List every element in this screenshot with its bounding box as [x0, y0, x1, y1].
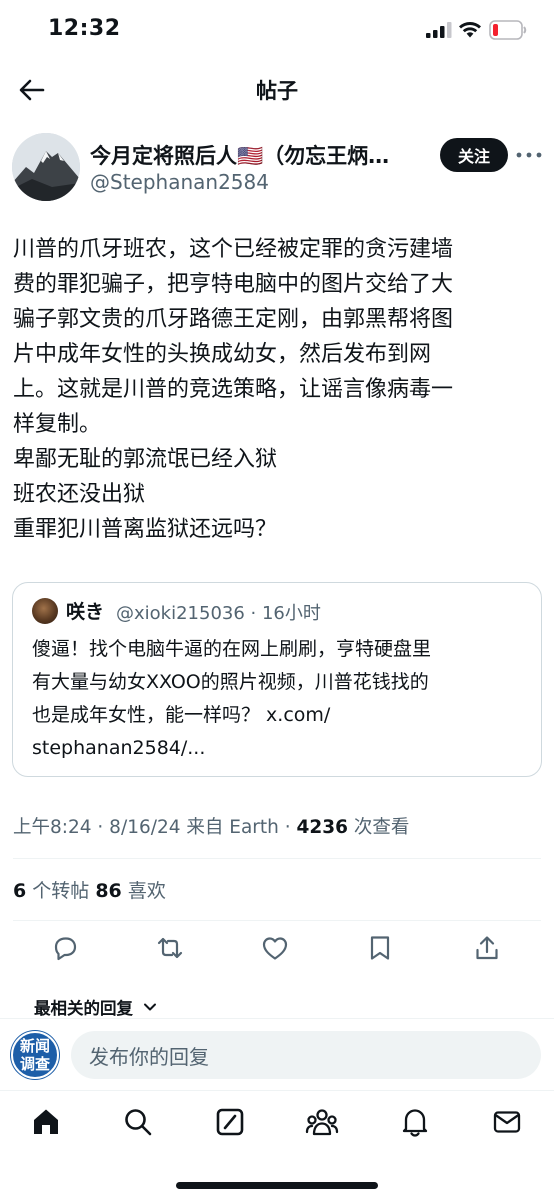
reposts-label: 个转帖 — [26, 880, 96, 902]
tab-notifications[interactable] — [398, 1105, 432, 1139]
post-text-line: 片中成年女性的头换成幼女，然后发布到网 — [13, 342, 432, 367]
quoted-post-card[interactable]: 咲き @xioki215036 · 16小时 傻逼！找个电脑牛逼的在网上刷刷，亨… — [12, 582, 542, 777]
reply-icon — [54, 937, 77, 961]
back-button[interactable] — [14, 72, 50, 108]
repost-button[interactable] — [155, 933, 185, 963]
tab-communities[interactable] — [305, 1105, 339, 1139]
timestamp-text: 上午8:24 · 8/16/24 来自 Earth · — [13, 817, 297, 838]
post-text-line: 上。这就是川普的竞选策略，让谣言像病毒一 — [13, 377, 454, 402]
tab-messages[interactable] — [490, 1105, 524, 1139]
likes-stat[interactable]: 86 喜欢 — [95, 880, 166, 902]
engagement-stats: 6 个转帖 86 喜欢 — [13, 876, 166, 903]
status-bar: 12:32 — [0, 0, 554, 60]
author-display-name[interactable]: 今月定将照后人🇺🇸（勿忘王炳… — [90, 140, 420, 170]
bottom-tab-bar — [0, 1090, 554, 1160]
reply-button[interactable] — [50, 933, 80, 963]
share-icon — [476, 936, 498, 960]
tab-search[interactable] — [121, 1105, 155, 1139]
search-icon — [125, 1109, 152, 1136]
page-title: 帖子 — [256, 79, 298, 103]
quote-avatar — [32, 598, 58, 624]
author-handle[interactable]: @Stephanan2584 — [90, 170, 269, 194]
quote-author-name: 咲き — [66, 601, 105, 623]
reply-input[interactable]: 发布你的回复 — [71, 1031, 541, 1079]
post-text-line: 重罪犯川普离监狱还远吗？ — [13, 517, 278, 542]
arrow-left-icon — [19, 79, 45, 101]
post-text-line: 卑鄙无耻的郭流氓已经入狱 — [13, 447, 278, 472]
battery-icon — [489, 20, 527, 40]
home-indicator — [176, 1182, 378, 1189]
avatar-text: 新闻 — [19, 1037, 50, 1055]
current-user-avatar[interactable]: 新闻 调查 — [11, 1031, 59, 1079]
quote-text: 傻逼！找个电脑牛逼的在网上刷刷，亨特硬盘里 有大量与幼女XXOO的照片视频，川普… — [32, 633, 532, 765]
post-timestamp: 上午8:24 · 8/16/24 来自 Earth · 4236 次查看 — [13, 813, 409, 839]
reposts-stat[interactable]: 6 个转帖 — [13, 880, 95, 902]
quote-text-line: 傻逼！找个电脑牛逼的在网上刷刷，亨特硬盘里 — [32, 638, 432, 660]
avatar-text: 调查 — [19, 1055, 50, 1073]
reposts-count: 6 — [13, 880, 27, 902]
notifications-icon — [402, 1109, 428, 1137]
views-label: 次查看 — [348, 817, 410, 838]
follow-button[interactable]: 关注 — [440, 138, 508, 172]
communities-icon — [305, 1109, 339, 1136]
tab-grok[interactable] — [213, 1105, 247, 1139]
reply-composer: 新闻 调查 发布你的回复 — [0, 1018, 554, 1088]
mountain-photo — [12, 133, 80, 201]
share-button[interactable] — [472, 933, 502, 963]
author-avatar[interactable] — [12, 133, 80, 201]
bookmark-button[interactable] — [365, 933, 395, 963]
divider — [13, 858, 541, 859]
post-text-line: 费的罪犯骗子，把亨特电脑中的图片交给了大 — [13, 272, 454, 297]
status-time: 12:32 — [48, 16, 121, 41]
post-text-line: 骗子郭文贵的爪牙路德王定刚，由郭黑帮将图 — [13, 307, 454, 332]
reply-sort-label: 最相关的回复 — [34, 999, 133, 1018]
nav-header: 帖子 — [0, 60, 554, 118]
like-button[interactable] — [260, 933, 290, 963]
tab-home[interactable] — [29, 1105, 63, 1139]
home-icon — [34, 1109, 58, 1134]
chevron-down-icon — [144, 1003, 156, 1011]
messages-icon — [493, 1111, 521, 1133]
views-count: 4236 — [296, 817, 349, 838]
divider — [13, 920, 541, 921]
wifi-icon — [459, 22, 481, 38]
cellular-signal-icon — [426, 22, 452, 38]
likes-count: 86 — [95, 880, 122, 902]
more-options-icon[interactable] — [514, 142, 544, 168]
post-text-line: 川普的爪牙班农，这个已经被定罪的贪污建墙 — [13, 237, 454, 262]
post-action-bar — [0, 925, 554, 971]
reply-sort-dropdown[interactable]: 最相关的回复 — [34, 995, 157, 1019]
like-icon — [262, 937, 288, 960]
bookmark-icon — [370, 936, 390, 960]
post-text-line: 样复制。 — [13, 412, 102, 437]
repost-icon — [157, 937, 183, 959]
grok-icon — [216, 1108, 244, 1136]
quote-text-line: 也是成年女性，能一样吗？ x.com/ — [32, 704, 331, 726]
quote-author-meta: @xioki215036 · 16小时 — [116, 603, 321, 624]
quote-text-line: 有大量与幼女XXOO的照片视频，川普花钱找的 — [32, 671, 429, 693]
post-detail-screen: 12:32 帖子 今月定将照后人🇺🇸（勿忘王炳… @Stephanan2584 … — [0, 0, 554, 1200]
quote-text-line: stephanan2584/... — [32, 737, 206, 759]
likes-label: 喜欢 — [121, 880, 166, 902]
post-text: 川普的爪牙班农，这个已经被定罪的贪污建墙 费的罪犯骗子，把亨特电脑中的图片交给了… — [13, 232, 541, 547]
post-text-line: 班农还没出狱 — [13, 482, 146, 507]
